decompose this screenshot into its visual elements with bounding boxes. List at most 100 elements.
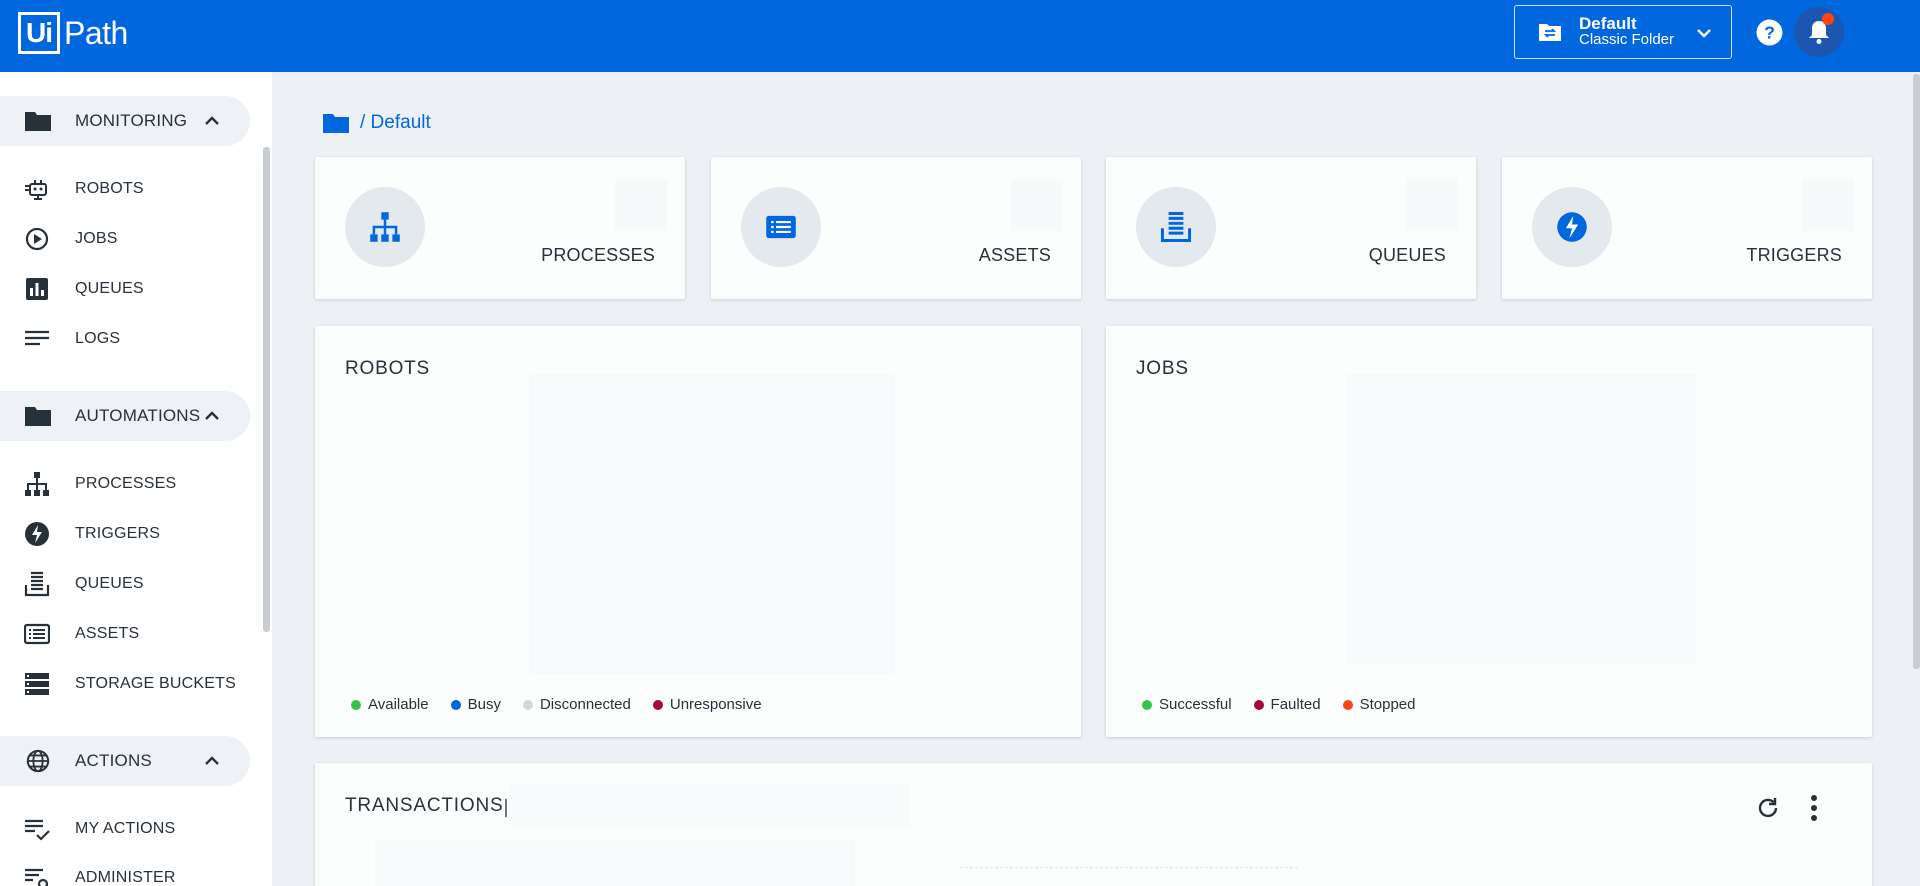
legend-item-available[interactable]: Available <box>351 696 429 713</box>
hierarchy-icon <box>25 472 49 496</box>
help-icon[interactable]: ? <box>1756 19 1783 46</box>
lines-icon <box>25 330 49 346</box>
tile-icon-circle <box>345 187 425 267</box>
svg-text:?: ? <box>1764 23 1775 43</box>
legend-label: Successful <box>1159 696 1232 713</box>
breadcrumb: / Default <box>322 108 431 138</box>
robot-icon <box>25 180 47 200</box>
logo-box: Ui <box>18 12 60 54</box>
legend-item-disconnected[interactable]: Disconnected <box>522 696 631 713</box>
tile-queues[interactable]: QUEUES <box>1106 157 1476 299</box>
sidebar-scrollbar[interactable] <box>263 147 270 632</box>
sidebar-item-storage-buckets[interactable]: STORAGE BUCKETS <box>0 664 250 704</box>
legend-dot <box>1142 699 1152 710</box>
folder-selector[interactable]: Default Classic Folder <box>1514 5 1732 59</box>
legend-item-successful[interactable]: Successful <box>1142 696 1232 713</box>
sidebar-item-triggers[interactable]: TRIGGERS <box>0 514 250 554</box>
legend-item-busy[interactable]: Busy <box>450 696 501 713</box>
notifications-button[interactable] <box>1794 7 1844 57</box>
play-circle-icon <box>25 227 49 251</box>
legend-label: Busy <box>467 696 501 713</box>
settings-list-icon <box>25 868 49 886</box>
tile-placeholder <box>1406 179 1458 231</box>
tile-placeholder <box>1802 179 1854 231</box>
sidebar-item-label: STORAGE BUCKETS <box>75 675 236 692</box>
section-label: AUTOMATIONS <box>75 406 201 425</box>
legend-dot <box>522 699 533 710</box>
transactions-card: TRANSACTIONS <box>315 763 1872 886</box>
jobs-chart-card: JOBS Successful Faulted Stopped <box>1106 326 1872 737</box>
folder-type: Classic Folder <box>1579 31 1675 48</box>
sidebar-item-logs[interactable]: LOGS <box>0 319 250 359</box>
folder-icon <box>25 407 51 426</box>
legend-label: Unresponsive <box>669 696 762 713</box>
bolt-icon <box>1557 212 1587 242</box>
main-content: / Default PROCESSES ASSETS QUEUES TRIGGE… <box>272 72 1920 886</box>
sidebar-item-label: LOGS <box>75 330 121 347</box>
legend-item-stopped[interactable]: Stopped <box>1342 696 1415 713</box>
sidebar-item-label: ADMINISTER <box>75 869 176 886</box>
queue-stack-icon <box>1160 211 1192 243</box>
chevron-up-icon[interactable] <box>203 407 221 425</box>
section-automations[interactable]: AUTOMATIONS <box>0 391 250 441</box>
hierarchy-icon <box>370 212 400 242</box>
sidebar-item-label: QUEUES <box>75 575 144 592</box>
legend-label: Disconnected <box>539 696 631 713</box>
main-scrollbar[interactable] <box>1913 74 1920 669</box>
legend-dot <box>1253 699 1264 710</box>
transactions-title: TRANSACTIONS <box>345 795 504 816</box>
queue-stack-icon <box>24 571 50 597</box>
tile-processes[interactable]: PROCESSES <box>315 157 685 299</box>
tile-icon-circle <box>1532 187 1612 267</box>
uipath-logo[interactable]: Ui Path <box>18 12 128 54</box>
folder-selector-text: Default Classic Folder <box>1579 15 1675 48</box>
tile-icon-circle <box>1136 187 1216 267</box>
chart-area <box>509 783 909 827</box>
chevron-down-icon <box>1697 29 1711 38</box>
notification-badge <box>1822 13 1834 25</box>
sidebar-item-jobs[interactable]: JOBS <box>0 219 250 259</box>
tile-label: PROCESSES <box>541 245 655 265</box>
legend-dot <box>652 699 663 710</box>
chevron-up-icon[interactable] <box>203 112 221 130</box>
chart-legend: Successful Faulted Stopped <box>1142 696 1437 713</box>
tile-triggers[interactable]: TRIGGERS <box>1502 157 1872 299</box>
robots-chart-card: ROBOTS Available Busy Disconnected Unres… <box>315 326 1081 737</box>
tile-icon-circle <box>741 187 821 267</box>
legend-item-faulted[interactable]: Faulted <box>1253 696 1321 713</box>
sidebar-item-my-actions[interactable]: MY ACTIONS <box>0 809 250 849</box>
sidebar-item-queues[interactable]: QUEUES <box>0 564 250 604</box>
chart-area <box>375 839 855 886</box>
breadcrumb-path[interactable]: / Default <box>360 112 431 134</box>
folder-icon[interactable] <box>322 111 350 135</box>
server-icon <box>25 673 49 695</box>
sidebar-item-robots[interactable]: ROBOTS <box>0 169 250 209</box>
legend-item-unresponsive[interactable]: Unresponsive <box>652 696 762 713</box>
tile-placeholder <box>615 179 667 231</box>
checklist-icon <box>25 819 50 841</box>
chart-area <box>529 374 895 674</box>
folder-icon <box>25 112 51 131</box>
tile-assets[interactable]: ASSETS <box>711 157 1081 299</box>
section-actions[interactable]: ACTIONS <box>0 736 250 786</box>
chart-gridline <box>960 867 1298 868</box>
legend-label: Faulted <box>1270 696 1321 713</box>
more-vertical-icon[interactable] <box>1809 793 1819 823</box>
chart-legend: Available Busy Disconnected Unresponsive <box>351 696 784 713</box>
sidebar-item-label: ASSETS <box>75 625 140 642</box>
tile-label: TRIGGERS <box>1746 245 1842 265</box>
legend-dot <box>351 699 361 710</box>
chevron-up-icon[interactable] <box>203 752 221 770</box>
sidebar-item-processes[interactable]: PROCESSES <box>0 464 250 504</box>
logo-text: Path <box>64 14 128 51</box>
sidebar-item-administer[interactable]: ADMINISTER <box>0 858 250 886</box>
text-cursor <box>505 799 507 817</box>
sidebar-item-queues-monitoring[interactable]: QUEUES <box>0 269 250 309</box>
refresh-icon[interactable] <box>1755 795 1781 821</box>
folder-switch-icon <box>1539 24 1561 41</box>
section-monitoring[interactable]: MONITORING <box>0 96 250 146</box>
bar-chart-icon <box>26 278 48 300</box>
chart-area <box>1346 374 1696 664</box>
sidebar-item-assets[interactable]: ASSETS <box>0 614 250 654</box>
list-box-icon <box>24 623 50 645</box>
